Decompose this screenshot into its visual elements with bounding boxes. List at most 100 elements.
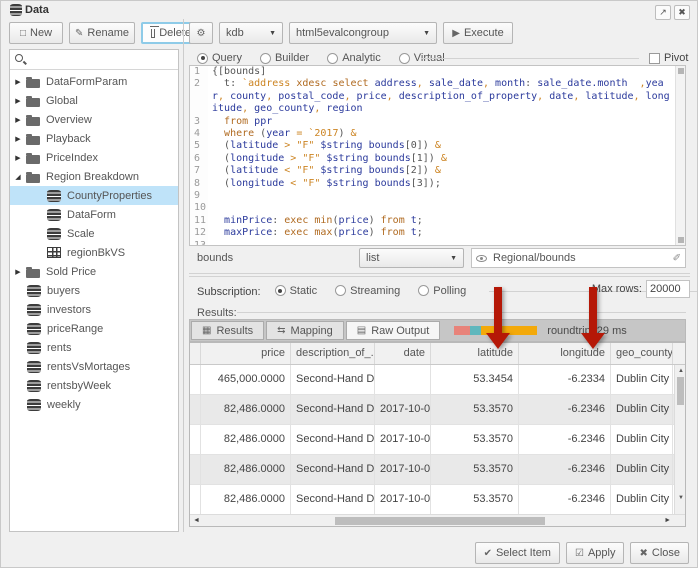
tree-item-pricerange[interactable]: priceRange (10, 319, 178, 338)
table-cell (190, 425, 201, 454)
tree-item-regionbkvs[interactable]: regionBkVS (10, 243, 178, 262)
subscription-radio-polling[interactable]: Polling (418, 285, 466, 297)
table-row[interactable]: 465,000.0000Second-Hand Dw53.3454-6.2334… (190, 365, 685, 395)
tree-item-priceindex[interactable]: ▶ PriceIndex (10, 148, 178, 167)
tree-item-label: CountyProperties (67, 190, 152, 202)
popout-icon[interactable]: ↗ (655, 5, 671, 20)
table-row[interactable]: 82,486.0000Second-Hand Dw2017-10-0353.35… (190, 485, 685, 515)
subscription-radio-streaming[interactable]: Streaming (335, 285, 400, 297)
tree-item-sold-price[interactable]: ▶Sold Price (10, 262, 178, 281)
query-mode-radio-builder[interactable]: Builder (260, 52, 309, 64)
folder-icon (26, 79, 40, 88)
table-vertical-scrollbar[interactable]: ▲ ▼ (674, 365, 685, 515)
column-header-description_of_...[interactable]: description_of_... (291, 343, 375, 364)
radio-label: Polling (433, 285, 466, 297)
collapse-arrow-icon[interactable]: ◢ (10, 173, 26, 181)
radio-label: Analytic (342, 52, 381, 64)
tree-item-overview[interactable]: ▶ Overview (10, 110, 178, 129)
eraser-icon[interactable]: ✐ (673, 253, 681, 264)
tree-item-dataform[interactable]: DataForm (10, 205, 178, 224)
tree-item-countyproperties[interactable]: CountyProperties (10, 186, 178, 205)
editor-scrollbar[interactable] (675, 66, 685, 245)
expand-arrow-icon[interactable]: ▶ (10, 268, 26, 276)
radio-icon (260, 53, 271, 64)
datasource-tree: ▶DataFormParam▶Global▶Overview▶Playback▶… (10, 72, 178, 530)
results-icon: ▦ (202, 325, 211, 336)
column-header-geo_county[interactable]: geo_county (611, 343, 673, 364)
expand-arrow-icon[interactable]: ▶ (10, 78, 26, 86)
table-row[interactable]: 82,486.0000Second-Hand Dw2017-10-0353.35… (190, 455, 685, 485)
line-number: 7 (190, 165, 208, 177)
query-mode-radio-query[interactable]: Query (197, 52, 242, 64)
tree-item-dataformparam[interactable]: ▶DataFormParam (10, 72, 178, 91)
tree-item-rentsbyweek[interactable]: rentsbyWeek (10, 376, 178, 395)
check-icon: ✔ (484, 548, 492, 559)
connection-settings-button[interactable]: ⚙ (189, 22, 213, 44)
radio-label: Streaming (350, 285, 400, 297)
apply-check-icon: ☑ (575, 548, 584, 559)
play-icon: ▶ (452, 28, 460, 39)
database-icon (10, 4, 22, 16)
table-row[interactable]: 82,486.0000Second-Hand Dw2017-10-0353.35… (190, 425, 685, 455)
apply-button[interactable]: ☑ Apply (566, 542, 625, 564)
rename-icon: ✎ (75, 28, 83, 39)
max-rows-input[interactable] (646, 280, 690, 298)
tree-item-rentsvsmortages[interactable]: rentsVsMortages (10, 357, 178, 376)
parameter-value-input[interactable]: Regional/bounds ✐ (471, 248, 686, 268)
close-button[interactable]: ✖ Close (630, 542, 689, 564)
panel-divider (183, 19, 184, 532)
table-cell: Dublin City (611, 395, 673, 424)
chevron-down-icon: ▼ (269, 30, 276, 37)
query-mode-radio-analytic[interactable]: Analytic (327, 52, 381, 64)
tree-item-label: regionBkVS (67, 247, 125, 259)
expand-arrow-icon[interactable]: ▶ (10, 116, 26, 124)
table-horizontal-scrollbar[interactable]: ◄ ► (190, 514, 685, 526)
connector-select[interactable]: kdb▼ (219, 22, 283, 44)
tree-item-buyers[interactable]: buyers (10, 281, 178, 300)
pivot-checkbox[interactable] (649, 53, 660, 64)
tab-mapping[interactable]: ⇆Mapping (266, 321, 344, 340)
close-window-icon[interactable]: ✖ (674, 5, 690, 20)
column-header-date[interactable]: date (375, 343, 431, 364)
radio-icon (418, 285, 429, 296)
code-line: 4 where (year = `2017) & (190, 128, 685, 140)
db-icon (27, 380, 41, 392)
radio-icon (197, 53, 208, 64)
tree-item-region-breakdown[interactable]: ◢Region Breakdown (10, 167, 178, 186)
expand-arrow-icon[interactable]: ▶ (10, 97, 26, 105)
column-header-price[interactable]: price (201, 343, 291, 364)
code-line: 8 (longitude < "F" $string bounds[3]); (190, 178, 685, 190)
line-number: 12 (190, 227, 208, 239)
tree-item-label: PriceIndex (46, 152, 98, 164)
table-row[interactable]: 82,486.0000Second-Hand Dw2017-10-0353.35… (190, 395, 685, 425)
table-cell (190, 485, 201, 514)
radio-label: Builder (275, 52, 309, 64)
search-input[interactable] (28, 51, 176, 68)
rename-button[interactable]: ✎ Rename (69, 22, 135, 44)
expand-arrow-icon[interactable]: ▶ (10, 135, 26, 143)
column-header-selector[interactable] (190, 343, 201, 364)
tree-item-investors[interactable]: investors (10, 300, 178, 319)
tab-results[interactable]: ▦Results (191, 321, 264, 340)
tree-item-scale[interactable]: Scale (10, 224, 178, 243)
execute-button[interactable]: ▶ Execute (443, 22, 513, 44)
expand-arrow-icon[interactable]: ▶ (10, 154, 26, 162)
table-cell: Second-Hand Dw (291, 425, 375, 454)
subscription-radio-static[interactable]: Static (275, 285, 318, 297)
connection-select[interactable]: html5evalcongroup▼ (289, 22, 437, 44)
select-item-button[interactable]: ✔ Select Item (475, 542, 560, 564)
trash-icon (151, 29, 155, 38)
tree-item-rents[interactable]: rents (10, 338, 178, 357)
parameter-type-select[interactable]: list▼ (359, 248, 464, 268)
pivot-toggle[interactable]: Pivot (649, 52, 688, 64)
query-code-editor[interactable]: 1{[bounds]2 t: `address xdesc select add… (189, 65, 686, 246)
new-icon: □ (20, 28, 26, 39)
new-button[interactable]: □ New (9, 22, 63, 44)
tree-item-label: Overview (46, 114, 92, 126)
tree-item-playback[interactable]: ▶Playback (10, 129, 178, 148)
tab-raw-output[interactable]: ▤Raw Output (346, 321, 441, 340)
tree-item-weekly[interactable]: weekly (10, 395, 178, 414)
tree-item-global[interactable]: ▶Global (10, 91, 178, 110)
table-cell: Dublin City (611, 425, 673, 454)
table-cell: 53.3570 (431, 395, 519, 424)
